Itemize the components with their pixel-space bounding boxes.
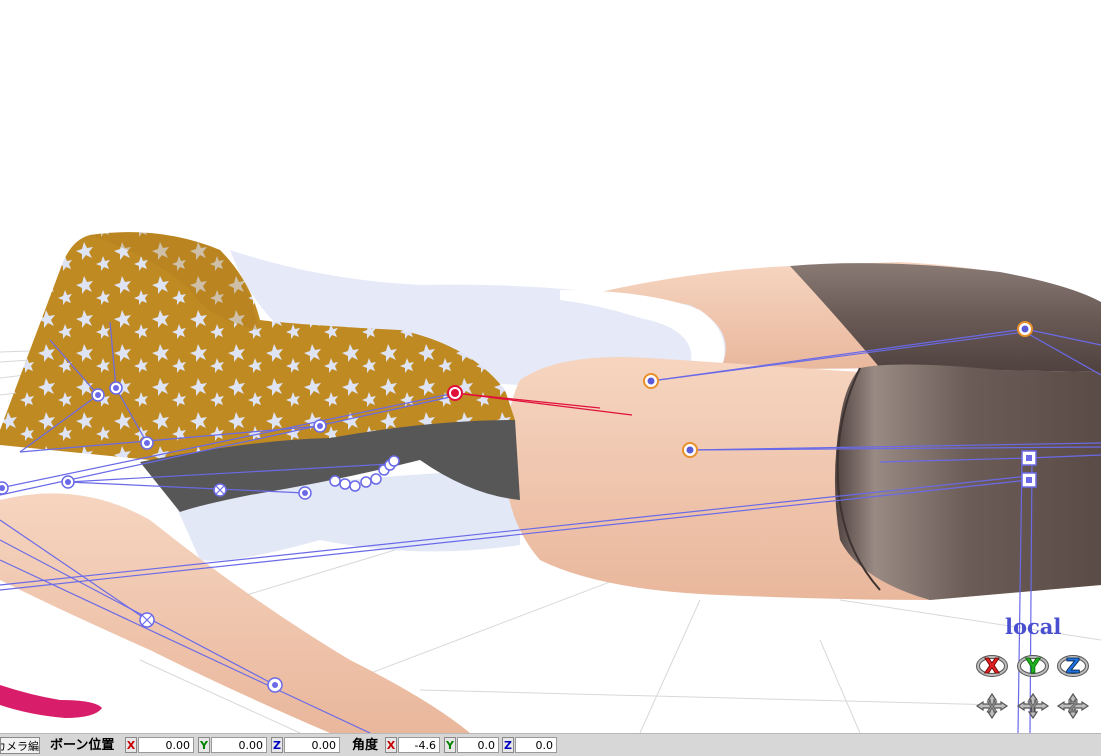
move-y-icon[interactable]: Y xyxy=(1016,692,1050,720)
svg-text:Z: Z xyxy=(1068,700,1078,716)
svg-text:X: X xyxy=(984,654,1000,678)
bone-position-z-label: Z xyxy=(271,737,283,753)
model-scene xyxy=(0,232,1101,733)
3d-viewport[interactable]: local X Y Z X Y Z xyxy=(0,0,1101,733)
camera-edit-tab[interactable]: カメラ編 xyxy=(0,737,40,754)
angle-x-field[interactable]: -4.6 xyxy=(398,737,440,753)
coordinate-space-label[interactable]: local xyxy=(1005,614,1061,639)
bone-position-x-label: X xyxy=(125,737,137,753)
bone-position-y-label: Y xyxy=(198,737,210,753)
svg-text:Z: Z xyxy=(1066,654,1081,678)
status-bar: カメラ編 ボーン位置 X 0.00 Y 0.00 Z 0.00 角度 X -4.… xyxy=(0,733,1101,756)
bone-position-x-field[interactable]: 0.00 xyxy=(138,737,194,753)
svg-text:Y: Y xyxy=(1027,700,1039,716)
bone-position-y-field[interactable]: 0.00 xyxy=(211,737,267,753)
rotate-z-icon[interactable]: Z xyxy=(1056,652,1090,680)
svg-text:X: X xyxy=(987,700,998,716)
rotate-x-icon[interactable]: X xyxy=(975,652,1009,680)
angle-z-field[interactable]: 0.0 xyxy=(515,737,557,753)
svg-text:Y: Y xyxy=(1025,654,1041,678)
move-x-icon[interactable]: X xyxy=(975,692,1009,720)
bone-position-label: ボーン位置 xyxy=(50,738,115,753)
angle-label: 角度 xyxy=(352,738,379,753)
angle-z-label: Z xyxy=(502,737,514,753)
rotate-y-icon[interactable]: Y xyxy=(1016,652,1050,680)
move-z-icon[interactable]: Z xyxy=(1056,692,1090,720)
bone-position-z-field[interactable]: 0.00 xyxy=(284,737,340,753)
angle-y-field[interactable]: 0.0 xyxy=(457,737,499,753)
angle-y-label: Y xyxy=(444,737,456,753)
angle-x-label: X xyxy=(385,737,397,753)
